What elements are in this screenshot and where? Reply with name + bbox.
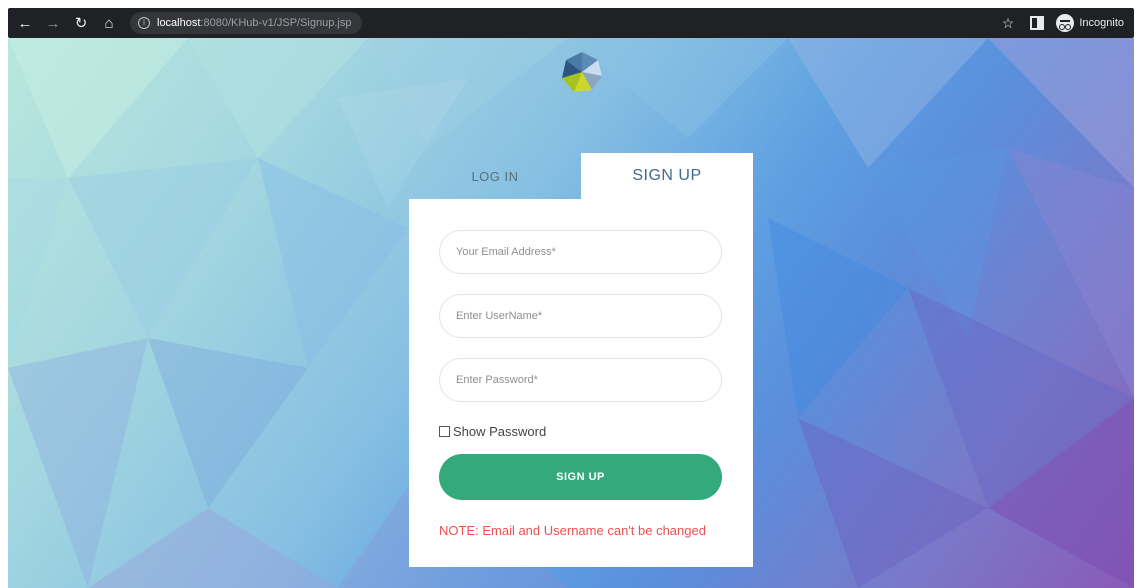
email-field[interactable]: [439, 230, 722, 274]
show-password-checkbox[interactable]: [439, 426, 450, 437]
info-icon[interactable]: i: [138, 17, 150, 29]
address-bar[interactable]: i localhost:8080/KHub-v1/JSP/Signup.jsp: [130, 12, 362, 34]
incognito-label[interactable]: Incognito: [1079, 17, 1124, 29]
home-icon[interactable]: ⌂: [98, 12, 120, 34]
browser-toolbar: ← → ↻ ⌂ i localhost:8080/KHub-v1/JSP/Sig…: [8, 8, 1134, 38]
toolbar-right: ☆ Incognito: [1002, 14, 1124, 32]
reload-icon[interactable]: ↻: [70, 12, 92, 34]
star-icon[interactable]: ☆: [1002, 15, 1015, 32]
signup-form-card: Show Password SIGN UP NOTE: Email and Us…: [409, 199, 753, 567]
tab-login[interactable]: LOG IN: [409, 153, 581, 199]
password-field[interactable]: [439, 358, 722, 402]
incognito-icon[interactable]: [1056, 14, 1075, 32]
show-password-label[interactable]: Show Password: [453, 424, 546, 439]
page-content: LOG IN SIGN UP Show Password SIGN UP NOT…: [8, 38, 1134, 588]
signup-button[interactable]: SIGN UP: [439, 454, 722, 500]
back-icon[interactable]: ←: [14, 12, 36, 34]
side-panel-icon[interactable]: [1030, 16, 1045, 30]
url-path: :8080/KHub-v1/JSP/Signup.jsp: [200, 17, 352, 29]
username-field[interactable]: [439, 294, 722, 338]
tab-signup[interactable]: SIGN UP: [581, 153, 753, 199]
note-text: NOTE: Email and Username can't be change…: [439, 523, 706, 538]
forward-icon[interactable]: →: [42, 12, 64, 34]
app-logo: [562, 52, 602, 92]
show-password-row[interactable]: Show Password: [439, 424, 546, 439]
url-host: localhost: [157, 17, 201, 29]
